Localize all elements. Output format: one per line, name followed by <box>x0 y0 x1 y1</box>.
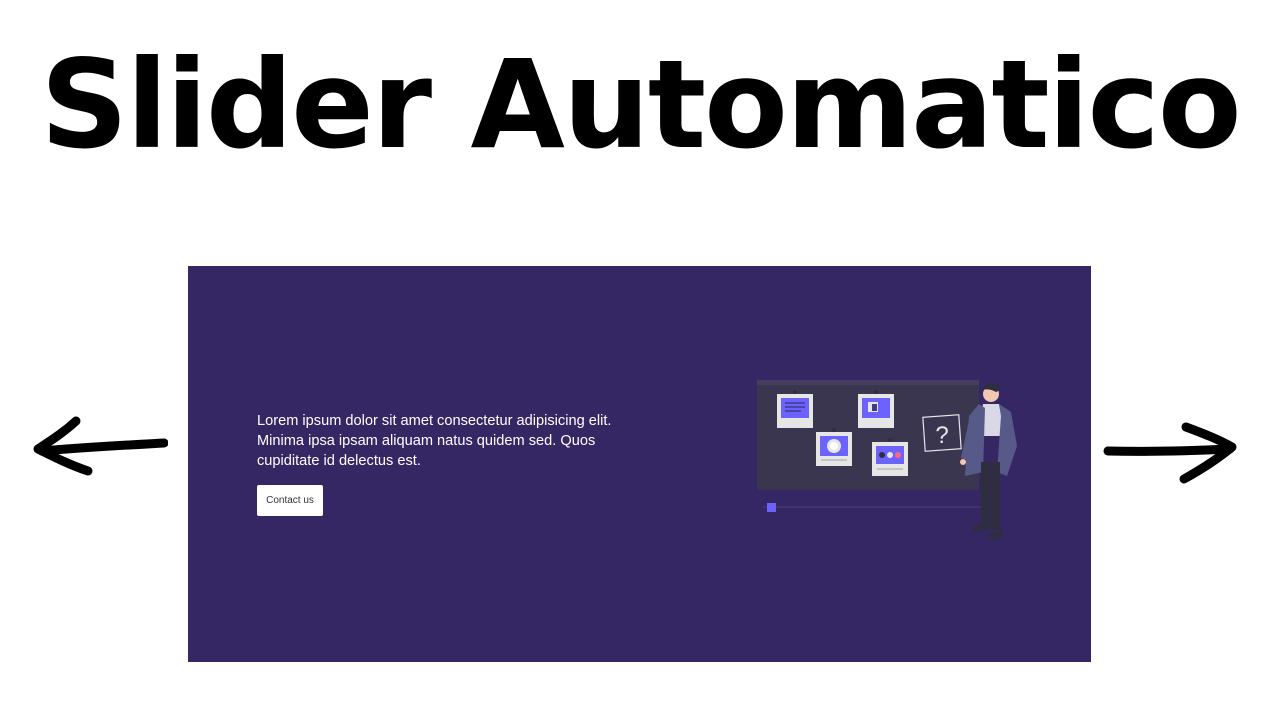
arrow-right-icon[interactable] <box>1102 415 1242 495</box>
page-title: Slider Automatico <box>40 34 1241 176</box>
contact-us-button[interactable]: Contact us <box>257 485 323 516</box>
slider: Lorem ipsum dolor sit amet consectetur a… <box>188 266 1091 662</box>
slide-description: Lorem ipsum dolor sit amet consectetur a… <box>257 413 612 469</box>
page: Slider Automatico Lorem ipsum dolor sit … <box>0 0 1280 720</box>
svg-text:?: ? <box>935 422 948 449</box>
person-presenting-board-icon: ? <box>757 380 1017 540</box>
arrow-left-icon[interactable] <box>28 405 168 485</box>
